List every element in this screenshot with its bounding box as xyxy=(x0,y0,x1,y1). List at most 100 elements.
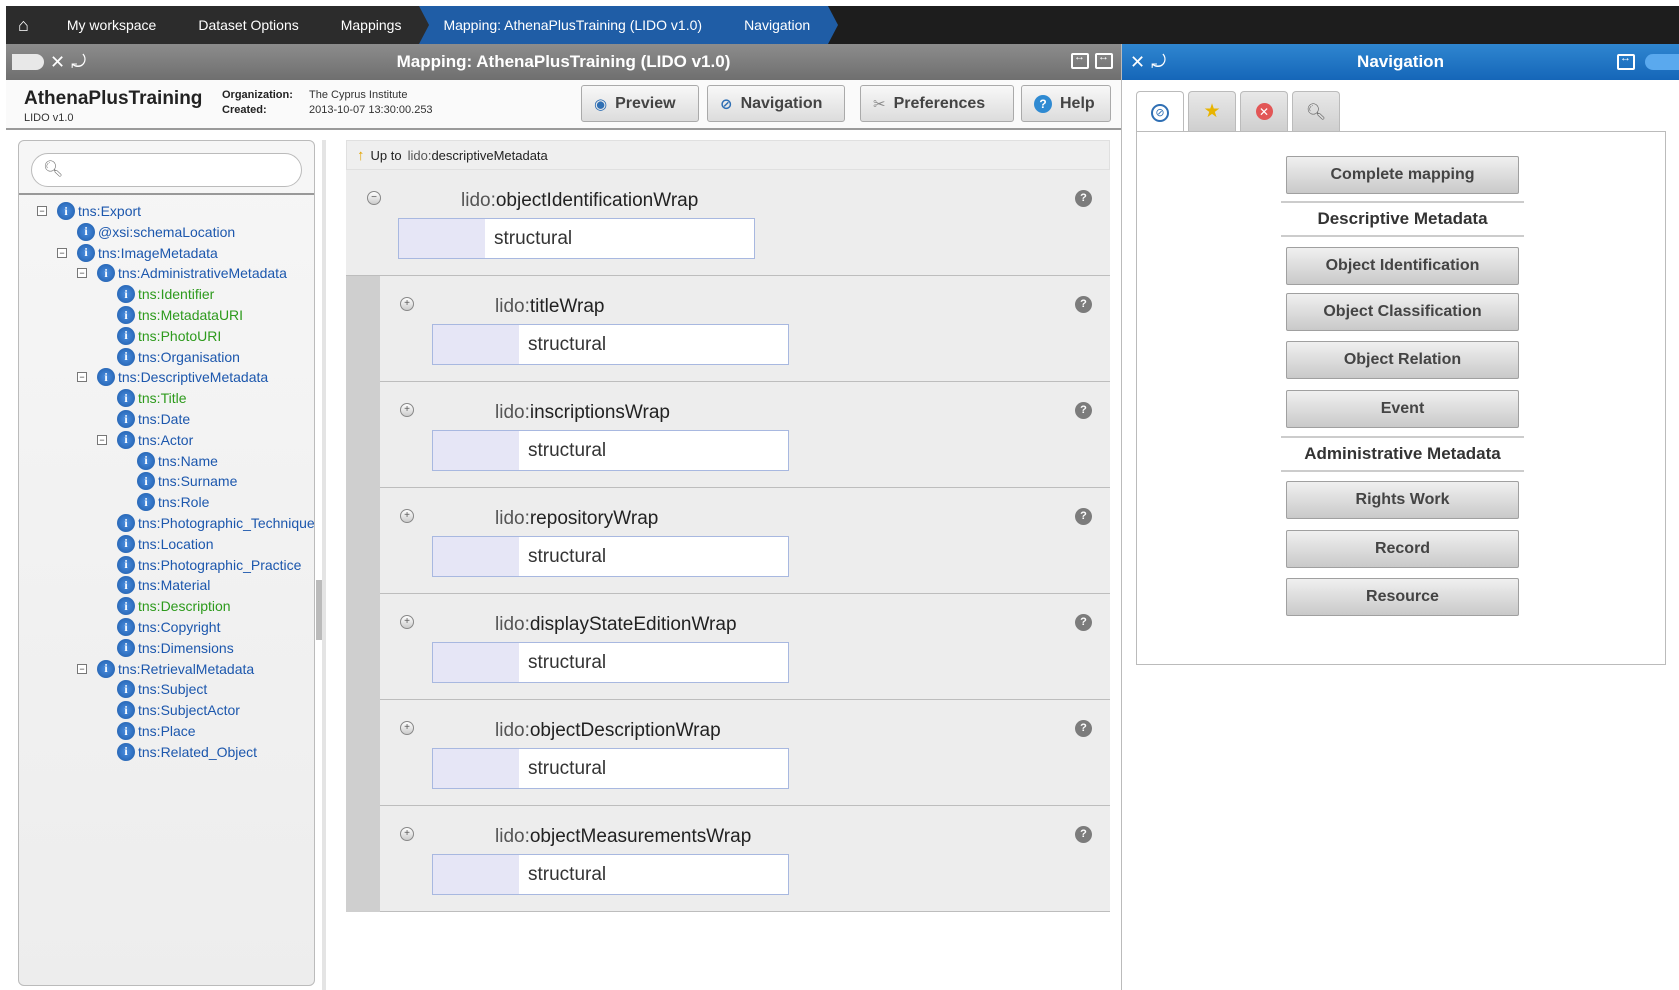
preferences-button[interactable]: ✂ Preferences xyxy=(860,85,1014,122)
mapping-drop-target[interactable]: structural xyxy=(432,854,789,895)
object-classification-button[interactable]: Object Classification xyxy=(1286,293,1519,331)
tree-node[interactable]: i tns:Location xyxy=(117,534,214,554)
tree-node[interactable]: i tns:Title xyxy=(117,388,187,408)
help-button[interactable]: ? Help xyxy=(1021,85,1111,122)
tree-node[interactable]: i tns:Dimensions xyxy=(117,638,234,658)
element-name[interactable]: lido:repositoryWrap xyxy=(495,508,658,530)
tree-node[interactable]: i @xsi:schemaLocation xyxy=(77,222,235,242)
info-icon[interactable]: i xyxy=(117,722,135,740)
panel-collapse-handle[interactable] xyxy=(1645,54,1679,70)
mapping-drop-target[interactable]: structural xyxy=(432,536,789,577)
expand-icon[interactable]: + xyxy=(400,509,414,523)
tab-bookmarks[interactable]: ★ xyxy=(1188,91,1236,131)
panel-splitter[interactable] xyxy=(322,140,326,990)
info-icon[interactable]: i xyxy=(97,264,115,283)
info-icon[interactable]: i xyxy=(117,389,135,408)
expand-icon[interactable]: + xyxy=(400,297,414,311)
tree-node[interactable]: i tns:Subject xyxy=(117,679,207,699)
collapse-toggle-icon[interactable]: − xyxy=(37,206,47,216)
info-icon[interactable]: i xyxy=(117,514,135,532)
help-icon[interactable]: ? xyxy=(1075,402,1092,419)
tree-node[interactable]: − i tns:Export xyxy=(37,201,141,221)
tree-node[interactable]: i tns:Surname xyxy=(137,471,237,491)
help-icon[interactable]: ? xyxy=(1075,296,1092,313)
info-icon[interactable]: i xyxy=(117,680,135,699)
record-button[interactable]: Record xyxy=(1286,530,1519,568)
element-name[interactable]: lido:displayStateEditionWrap xyxy=(495,614,737,636)
close-icon[interactable]: ✕ xyxy=(1130,52,1145,73)
expand-icon[interactable]: + xyxy=(400,827,414,841)
rights-work-button[interactable]: Rights Work xyxy=(1286,481,1519,519)
tree-node[interactable]: − i tns:ImageMetadata xyxy=(57,243,218,263)
tree-node[interactable]: i tns:Role xyxy=(137,492,209,512)
breadcrumb-dataset-options[interactable]: Dataset Options xyxy=(174,6,328,44)
preview-button[interactable]: ◉ Preview xyxy=(581,85,699,122)
help-icon[interactable]: ? xyxy=(1075,508,1092,525)
tree-node[interactable]: − i tns:RetrievalMetadata xyxy=(77,659,254,679)
collapse-toggle-icon[interactable]: − xyxy=(77,372,87,383)
complete-mapping-button[interactable]: Complete mapping xyxy=(1286,156,1519,194)
tree-node[interactable]: i tns:Copyright xyxy=(117,617,220,637)
collapse-icon[interactable]: − xyxy=(367,191,381,205)
tree-node[interactable]: i tns:Name xyxy=(137,451,218,471)
popout-icon[interactable] xyxy=(1095,51,1113,69)
tree-node[interactable]: i tns:Description xyxy=(117,596,231,616)
close-icon[interactable]: ✕ xyxy=(50,52,65,73)
tree-node[interactable]: i tns:Photographic_Practice xyxy=(117,555,301,575)
info-icon[interactable]: i xyxy=(117,555,135,574)
tree-node[interactable]: i tns:Date xyxy=(117,409,190,429)
tree-node[interactable]: i tns:Photographic_Technique xyxy=(117,513,314,533)
element-name[interactable]: lido:objectMeasurementsWrap xyxy=(495,826,751,848)
element-name[interactable]: lido:inscriptionsWrap xyxy=(495,402,670,424)
resource-button[interactable]: Resource xyxy=(1286,578,1519,616)
tab-errors[interactable]: ✕ xyxy=(1240,91,1288,131)
expand-icon[interactable]: + xyxy=(400,403,414,417)
breadcrumb-my-workspace[interactable]: My workspace xyxy=(42,6,185,44)
mapping-drop-target[interactable]: structural xyxy=(432,642,789,683)
mapping-drop-target[interactable]: structural xyxy=(432,324,789,365)
tab-navigation[interactable]: ⊘ xyxy=(1136,91,1184,133)
help-icon[interactable]: ? xyxy=(1075,826,1092,843)
info-icon[interactable]: i xyxy=(117,534,135,553)
info-icon[interactable]: i xyxy=(117,430,135,449)
collapse-toggle-icon[interactable]: − xyxy=(77,663,87,674)
tree-node[interactable]: i tns:SubjectActor xyxy=(117,700,240,720)
breadcrumb-mapping[interactable]: Mapping: AthenaPlusTraining (LIDO v1.0) xyxy=(419,6,730,44)
info-icon[interactable]: i xyxy=(97,659,115,678)
info-icon[interactable]: i xyxy=(117,306,135,324)
mapping-drop-target[interactable]: structural xyxy=(398,218,755,259)
mapping-drop-target[interactable]: structural xyxy=(432,748,789,789)
tree-node[interactable]: i tns:Material xyxy=(117,575,210,595)
element-name[interactable]: lido:titleWrap xyxy=(495,296,604,318)
info-icon[interactable]: i xyxy=(117,638,135,657)
tree-node[interactable]: i tns:Related_Object xyxy=(117,742,257,762)
tree-node[interactable]: i tns:Place xyxy=(117,721,196,741)
expand-icon[interactable] xyxy=(1617,52,1635,70)
breadcrumb-mappings[interactable]: Mappings xyxy=(316,6,430,44)
expand-icon[interactable]: + xyxy=(400,615,414,629)
up-to-parent-link[interactable]: ↑ Up to lido:descriptiveMetadata xyxy=(346,140,1110,170)
info-icon[interactable]: i xyxy=(117,326,135,345)
info-icon[interactable]: i xyxy=(137,472,155,491)
tree-node[interactable]: − i tns:DescriptiveMetadata xyxy=(77,367,268,387)
info-icon[interactable]: i xyxy=(117,347,135,366)
info-icon[interactable]: i xyxy=(137,451,155,470)
help-icon[interactable]: ? xyxy=(1075,614,1092,631)
help-icon[interactable]: ? xyxy=(1075,190,1092,207)
tree-node[interactable]: − i tns:AdministrativeMetadata xyxy=(77,263,287,283)
info-icon[interactable]: i xyxy=(97,368,115,387)
tree-node[interactable]: i tns:PhotoURI xyxy=(117,326,221,346)
info-icon[interactable]: i xyxy=(77,243,95,262)
mapping-drop-target[interactable]: structural xyxy=(432,430,789,471)
info-icon[interactable]: i xyxy=(117,410,135,428)
info-icon[interactable]: i xyxy=(117,742,135,761)
collapse-toggle-icon[interactable]: − xyxy=(77,268,87,279)
element-name[interactable]: lido:objectDescriptionWrap xyxy=(495,720,721,742)
expand-icon[interactable]: + xyxy=(400,721,414,735)
undo-icon[interactable]: ⤾ xyxy=(71,52,86,73)
event-button[interactable]: Event xyxy=(1286,390,1519,428)
info-icon[interactable]: i xyxy=(57,202,75,220)
info-icon[interactable]: i xyxy=(117,701,135,720)
help-icon[interactable]: ? xyxy=(1075,720,1092,737)
object-relation-button[interactable]: Object Relation xyxy=(1286,341,1519,379)
